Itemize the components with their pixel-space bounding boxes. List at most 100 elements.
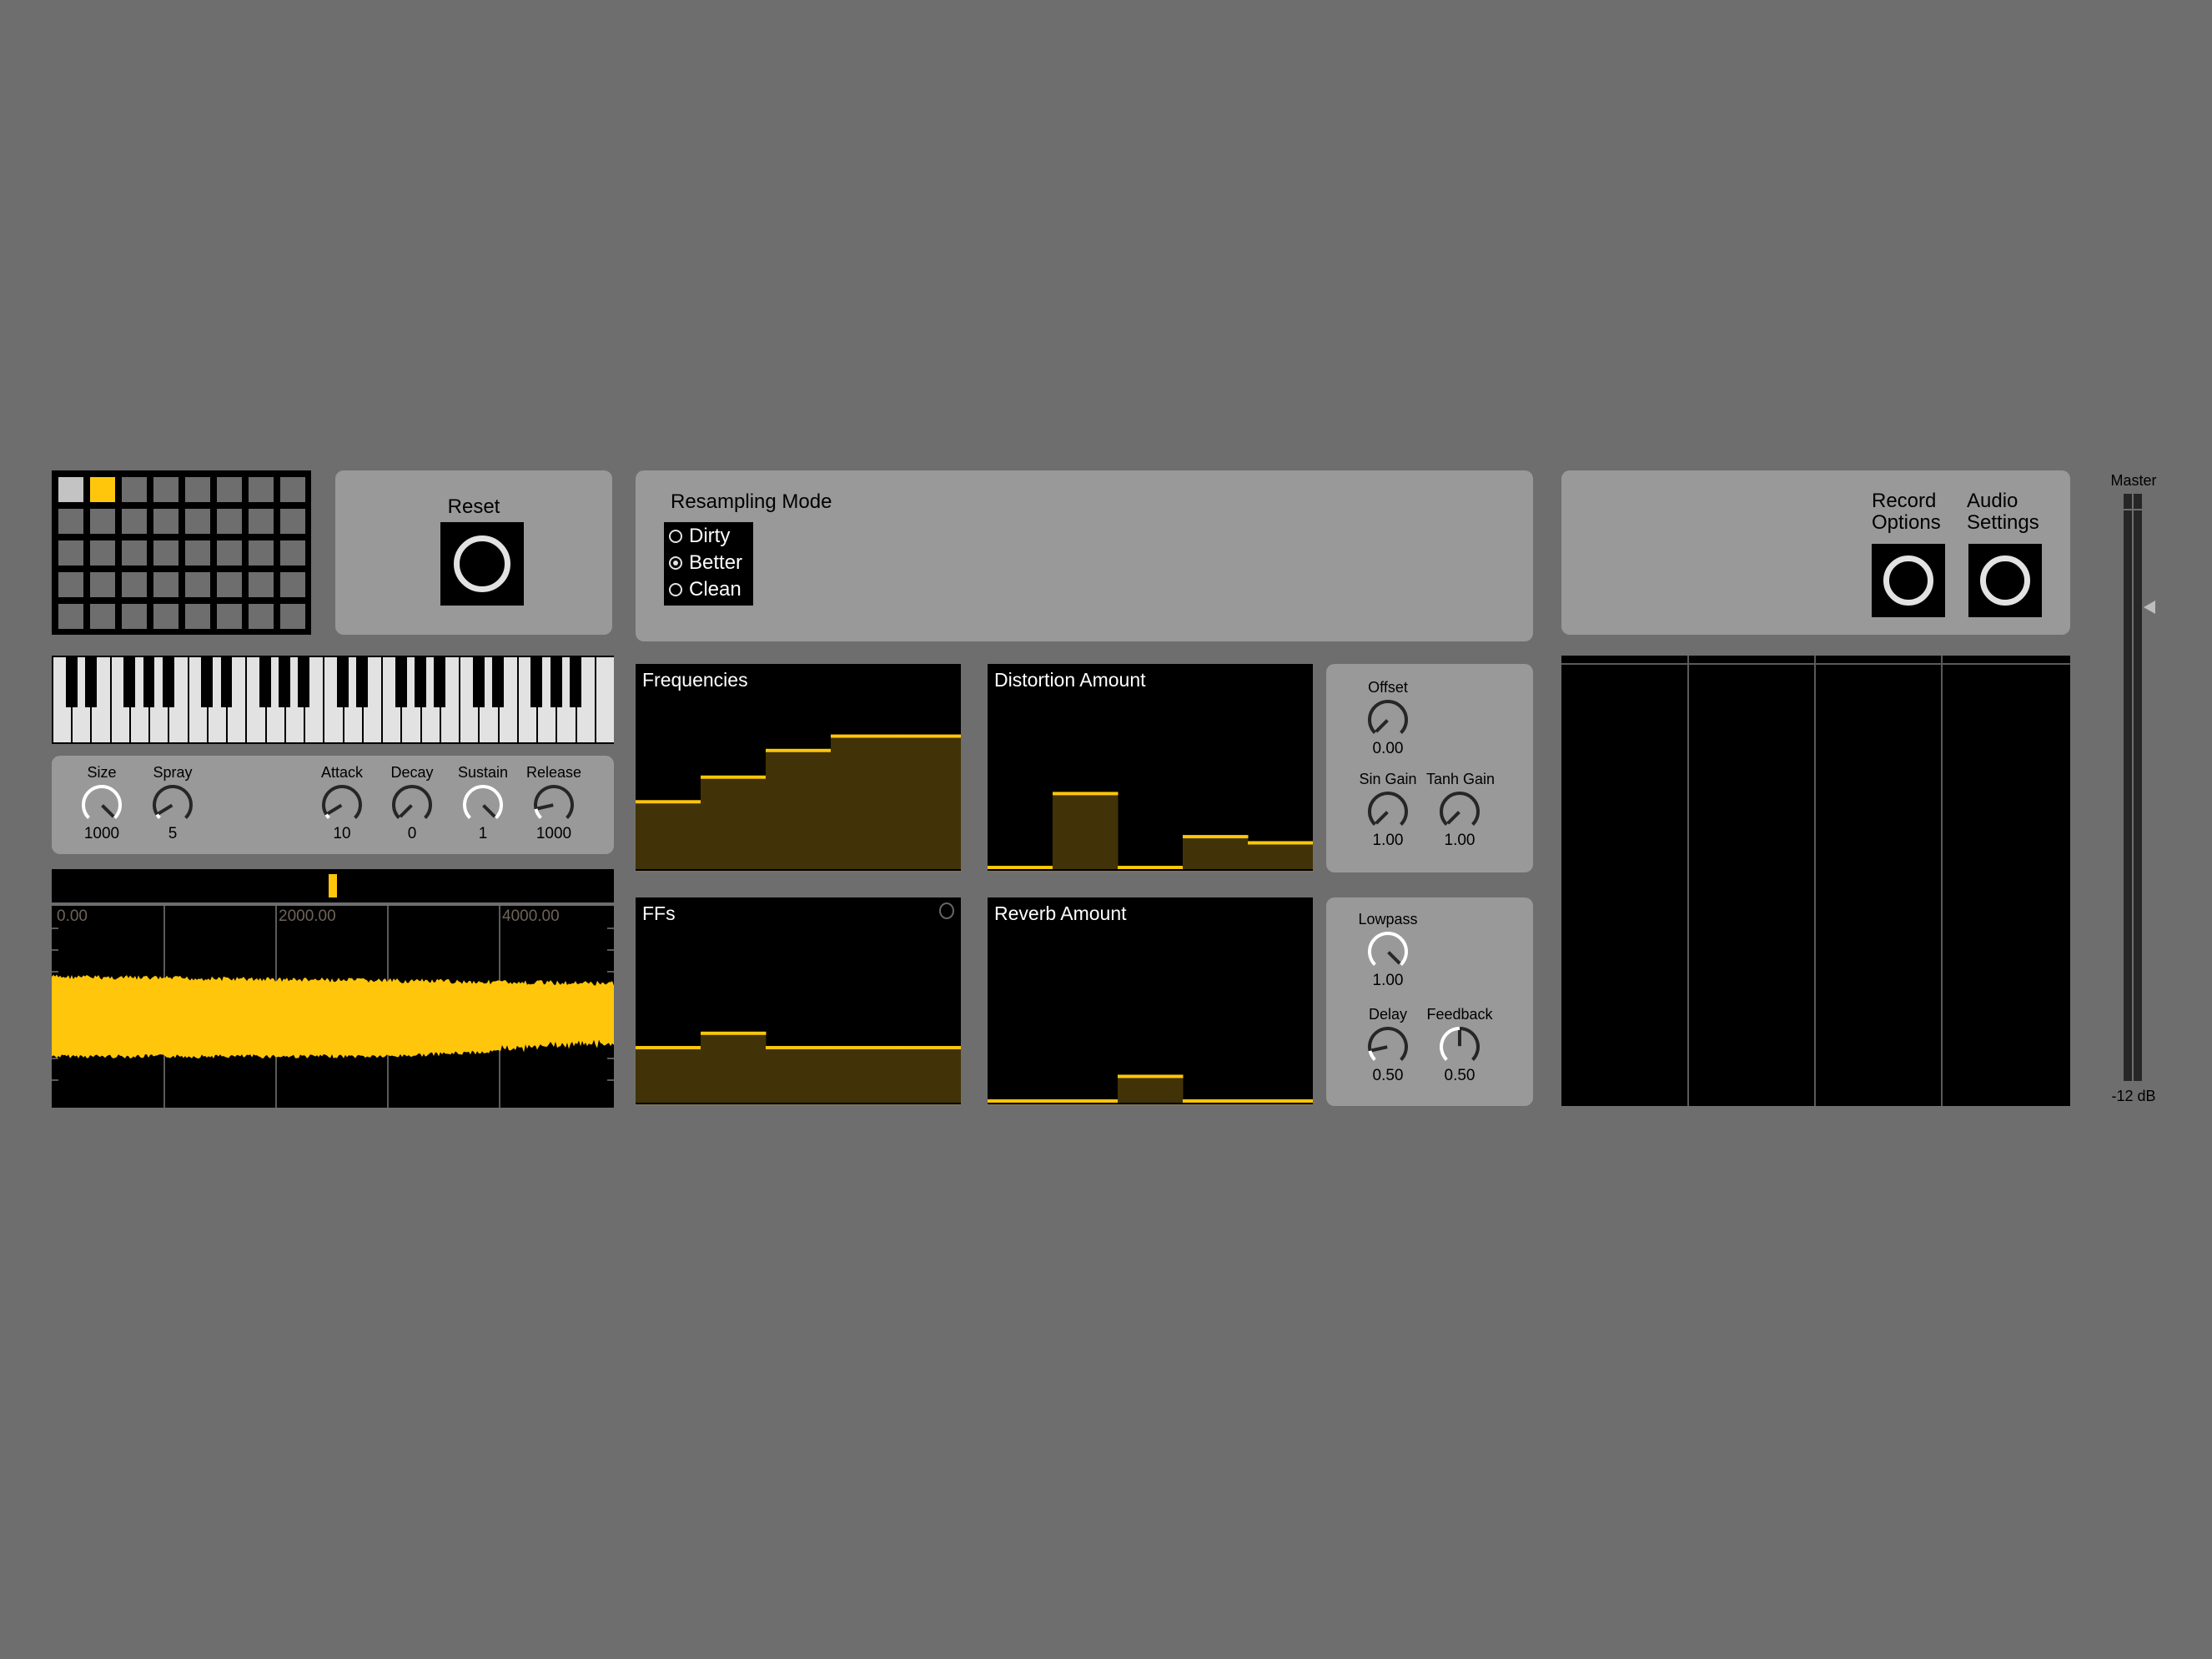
slider-bar-fill[interactable]: [1053, 795, 1119, 869]
slider-bar-top[interactable]: [1183, 1099, 1249, 1103]
resampling-mode-radio[interactable]: Dirty Better Clean: [664, 522, 753, 606]
matrix-cell[interactable]: [217, 477, 242, 502]
playhead-bar[interactable]: [52, 869, 614, 902]
knob-attack[interactable]: Attack 10: [309, 764, 375, 843]
matrix-cell[interactable]: [90, 509, 115, 534]
slider-bar-top[interactable]: [701, 775, 767, 779]
slider-bar-fill[interactable]: [636, 803, 701, 869]
radio-option-better[interactable]: Better: [669, 550, 742, 576]
matrix-cell[interactable]: [217, 509, 242, 534]
piano-black-key[interactable]: [569, 657, 581, 707]
piano-black-key[interactable]: [414, 657, 426, 707]
knob-dial[interactable]: [1436, 790, 1483, 832]
knob-dial[interactable]: [78, 783, 125, 825]
piano-black-key[interactable]: [279, 657, 291, 707]
matrix-cell[interactable]: [90, 477, 115, 502]
matrix-cell[interactable]: [90, 572, 115, 597]
matrix-cell[interactable]: [185, 509, 210, 534]
radio-button-icon[interactable]: [669, 583, 682, 596]
matrix-cell[interactable]: [122, 604, 147, 629]
matrix-cell[interactable]: [58, 572, 83, 597]
knob-decay[interactable]: Decay 0: [379, 764, 445, 843]
reset-button[interactable]: [440, 522, 524, 606]
toggle-circle-icon[interactable]: [939, 902, 954, 919]
matrix-cell[interactable]: [249, 540, 274, 566]
knob-tanh-gain[interactable]: Tanh Gain 1.00: [1426, 771, 1495, 850]
slider-bar-top[interactable]: [766, 1046, 832, 1050]
knob-dial[interactable]: [319, 783, 365, 825]
knob-sin-gain[interactable]: Sin Gain 1.00: [1355, 771, 1421, 850]
matrix-cell[interactable]: [217, 572, 242, 597]
matrix-cell[interactable]: [122, 540, 147, 566]
piano-black-key[interactable]: [65, 657, 78, 707]
piano-black-key[interactable]: [162, 657, 174, 707]
knob-dial[interactable]: [1365, 1025, 1411, 1067]
frequencies-multislider[interactable]: Frequencies: [636, 664, 961, 872]
piano-keyboard[interactable]: [52, 656, 614, 744]
matrix-cell[interactable]: [122, 477, 147, 502]
slider-bar-fill[interactable]: [831, 1049, 897, 1103]
piano-black-key[interactable]: [220, 657, 233, 707]
piano-black-key[interactable]: [123, 657, 136, 707]
slider-bar-top[interactable]: [1183, 835, 1249, 839]
knob-delay[interactable]: Delay 0.50: [1355, 1006, 1421, 1085]
piano-white-key[interactable]: [596, 657, 614, 742]
slider-bar-fill[interactable]: [636, 1049, 701, 1103]
matrix-cell[interactable]: [249, 509, 274, 534]
piano-black-key[interactable]: [259, 657, 271, 707]
matrix-cell[interactable]: [280, 540, 305, 566]
knob-lowpass[interactable]: Lowpass 1.00: [1355, 911, 1421, 990]
slider-bar-top[interactable]: [1248, 841, 1313, 845]
matrix-cell[interactable]: [58, 604, 83, 629]
slider-bar-top[interactable]: [701, 1031, 767, 1035]
slider-bar-top[interactable]: [831, 1046, 897, 1050]
piano-black-key[interactable]: [298, 657, 310, 707]
knob-dial[interactable]: [1365, 930, 1411, 972]
matrix-cell[interactable]: [249, 604, 274, 629]
radio-option-clean[interactable]: Clean: [669, 577, 742, 602]
slider-bar-fill[interactable]: [896, 737, 961, 869]
slider-bar-top[interactable]: [1053, 792, 1119, 796]
knob-dial[interactable]: [1436, 1025, 1483, 1067]
matrix-cell[interactable]: [280, 477, 305, 502]
radio-option-dirty[interactable]: Dirty: [669, 524, 730, 549]
slider-bar-top[interactable]: [1248, 1099, 1313, 1103]
matrix-cell[interactable]: [280, 572, 305, 597]
knob-offset[interactable]: Offset 0.00: [1355, 679, 1421, 758]
matrix-cell[interactable]: [185, 604, 210, 629]
slider-bar-top[interactable]: [896, 734, 961, 738]
matrix-cell[interactable]: [185, 477, 210, 502]
matrix-cell[interactable]: [249, 477, 274, 502]
slider-bar-fill[interactable]: [896, 1049, 961, 1103]
ffs-multislider[interactable]: FFs: [636, 897, 961, 1106]
knob-dial[interactable]: [530, 783, 577, 825]
slider-bar-fill[interactable]: [701, 1034, 767, 1103]
clip-matrix[interactable]: [52, 470, 311, 635]
piano-black-key[interactable]: [472, 657, 485, 707]
playhead-marker[interactable]: [329, 874, 337, 897]
piano-black-key[interactable]: [395, 657, 407, 707]
piano-black-key[interactable]: [550, 657, 562, 707]
piano-black-key[interactable]: [356, 657, 369, 707]
matrix-cell[interactable]: [185, 572, 210, 597]
matrix-cell[interactable]: [153, 509, 178, 534]
matrix-cell[interactable]: [122, 509, 147, 534]
reverb-amount-multislider[interactable]: Reverb Amount: [988, 897, 1313, 1106]
matrix-cell[interactable]: [249, 572, 274, 597]
matrix-cell[interactable]: [90, 540, 115, 566]
distortion-amount-multislider[interactable]: Distortion Amount: [988, 664, 1313, 872]
matrix-cell[interactable]: [58, 509, 83, 534]
slider-bar-fill[interactable]: [766, 752, 832, 869]
waveform-display[interactable]: 0.00 2000.00 4000.00: [52, 906, 614, 1108]
piano-black-key[interactable]: [84, 657, 97, 707]
piano-black-key[interactable]: [491, 657, 504, 707]
knob-dial[interactable]: [460, 783, 506, 825]
matrix-cell[interactable]: [280, 604, 305, 629]
slider-bar-fill[interactable]: [701, 778, 767, 869]
audio-settings-button[interactable]: [1968, 544, 2042, 617]
slider-bar-top[interactable]: [1053, 1099, 1119, 1103]
piano-black-key[interactable]: [434, 657, 446, 707]
knob-sustain[interactable]: Sustain 1: [450, 764, 516, 843]
knob-size[interactable]: Size 1000: [68, 764, 135, 843]
matrix-cell[interactable]: [153, 477, 178, 502]
